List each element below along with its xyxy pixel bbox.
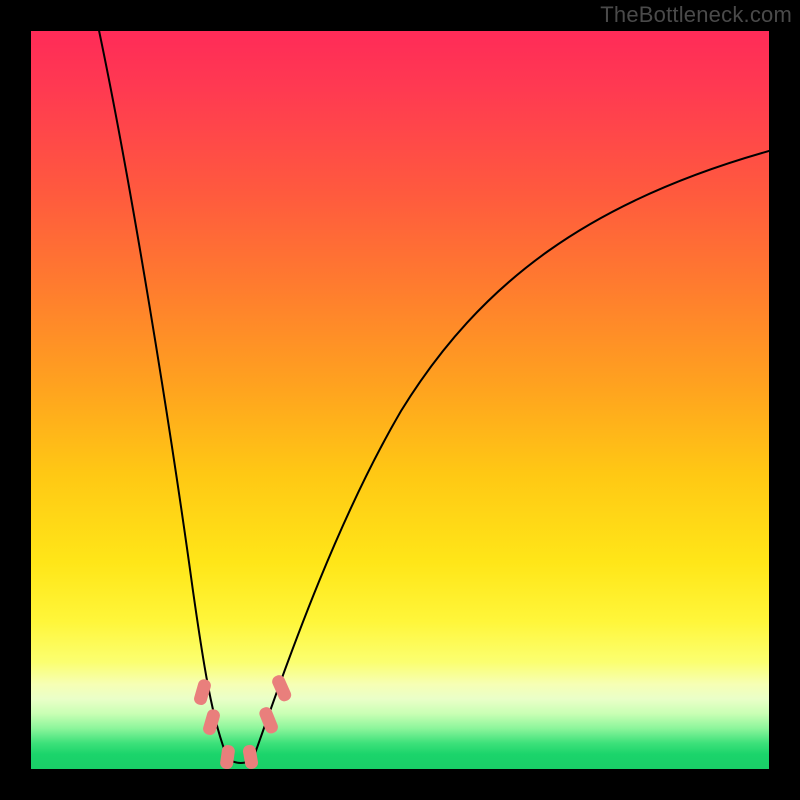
curve-layer [31, 31, 769, 769]
curve-right-branch [253, 151, 769, 759]
marker-valley-left [219, 744, 235, 769]
marker-right-lower [258, 705, 280, 735]
plot-area [31, 31, 769, 769]
watermark-text: TheBottleneck.com [600, 2, 792, 28]
chart-canvas: TheBottleneck.com [0, 0, 800, 800]
curve-left-branch [97, 31, 228, 759]
